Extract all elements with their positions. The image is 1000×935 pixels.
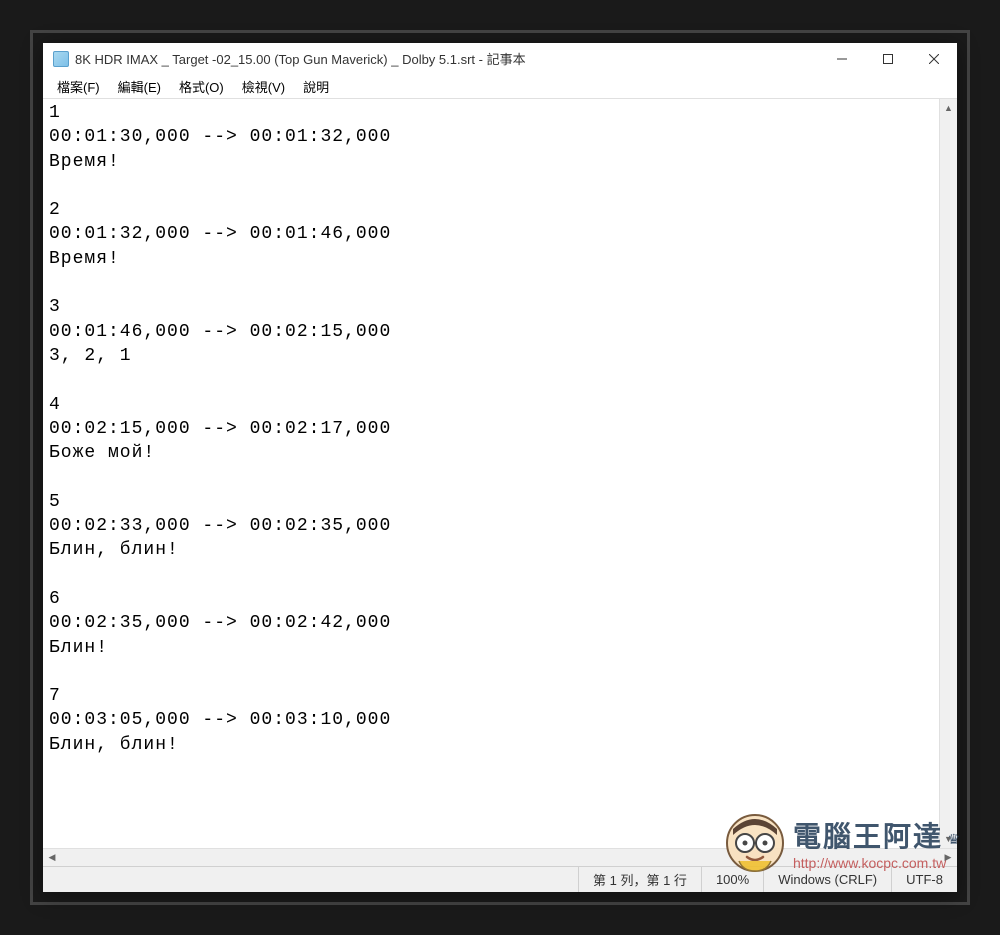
scroll-right-icon[interactable]: ▶	[939, 849, 957, 866]
status-position: 第 1 列，第 1 行	[578, 867, 701, 892]
notepad-icon	[53, 51, 69, 67]
close-button[interactable]	[911, 43, 957, 74]
horizontal-scrollbar[interactable]: ◀ ▶	[43, 848, 957, 866]
scroll-down-icon[interactable]: ▼	[940, 830, 957, 848]
menu-file[interactable]: 檔案(F)	[49, 75, 108, 98]
hscroll-track[interactable]	[61, 849, 939, 866]
scroll-up-icon[interactable]: ▲	[940, 99, 957, 117]
status-lineending: Windows (CRLF)	[763, 867, 891, 892]
menu-help[interactable]: 說明	[295, 75, 337, 98]
menubar: 檔案(F) 編輯(E) 格式(O) 檢視(V) 說明	[43, 75, 957, 99]
maximize-button[interactable]	[865, 43, 911, 74]
window-title: 8K HDR IMAX _ Target -02_15.00 (Top Gun …	[75, 49, 819, 68]
minimize-button[interactable]	[819, 43, 865, 74]
scroll-left-icon[interactable]: ◀	[43, 849, 61, 866]
menu-format[interactable]: 格式(O)	[171, 75, 232, 98]
status-encoding: UTF-8	[891, 867, 957, 892]
text-area[interactable]: 1 00:01:30,000 --> 00:01:32,000 Время! 2…	[43, 99, 939, 848]
menu-edit[interactable]: 編輯(E)	[110, 75, 169, 98]
titlebar[interactable]: 8K HDR IMAX _ Target -02_15.00 (Top Gun …	[43, 43, 957, 75]
menu-view[interactable]: 檢視(V)	[234, 75, 293, 98]
vertical-scrollbar[interactable]: ▲ ▼	[939, 99, 957, 848]
statusbar: 第 1 列，第 1 行 100% Windows (CRLF) UTF-8	[43, 866, 957, 892]
notepad-window: 8K HDR IMAX _ Target -02_15.00 (Top Gun …	[43, 43, 957, 892]
status-zoom: 100%	[701, 867, 763, 892]
